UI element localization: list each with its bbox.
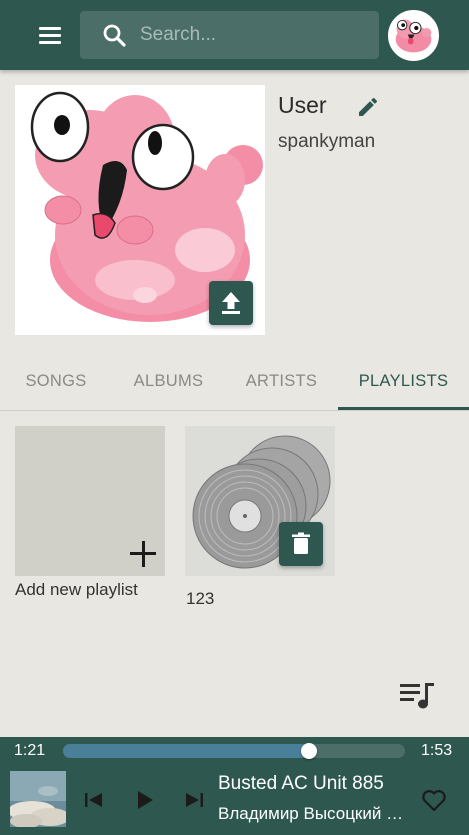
user-avatar[interactable] bbox=[388, 10, 439, 61]
trash-icon bbox=[292, 532, 310, 554]
now-playing-bar: 1:21 1:53 Busted AC Unit 885 Владимир Вы… bbox=[0, 737, 469, 835]
upload-icon bbox=[222, 292, 240, 314]
upload-photo-button[interactable] bbox=[209, 281, 253, 325]
progress-slider[interactable] bbox=[63, 743, 405, 759]
tab-albums[interactable]: ALBUMS bbox=[112, 355, 225, 411]
profile-username: spankyman bbox=[278, 131, 376, 152]
search-icon bbox=[103, 24, 126, 47]
play-icon[interactable] bbox=[131, 787, 159, 813]
track-title: Busted AC Unit 885 bbox=[218, 773, 384, 794]
add-playlist-card[interactable] bbox=[15, 426, 165, 576]
tab-songs[interactable]: SONGS bbox=[0, 355, 112, 411]
add-playlist-label: Add new playlist bbox=[15, 580, 138, 599]
playlist-name: 123 bbox=[186, 589, 215, 608]
profile-name: User bbox=[278, 92, 327, 118]
search-bar[interactable] bbox=[80, 11, 379, 59]
delete-playlist-button[interactable] bbox=[279, 522, 323, 566]
library-tabs: SONGS ALBUMS ARTISTS PLAYLISTS bbox=[0, 355, 469, 411]
elapsed-time: 1:21 bbox=[14, 742, 46, 759]
album-cover[interactable] bbox=[10, 771, 66, 827]
progress-fill bbox=[63, 744, 310, 758]
active-tab-indicator bbox=[338, 407, 469, 410]
skip-next-icon[interactable] bbox=[180, 787, 208, 813]
tab-artists[interactable]: ARTISTS bbox=[225, 355, 338, 411]
skip-previous-icon[interactable] bbox=[80, 787, 108, 813]
total-duration: 1:53 bbox=[421, 742, 453, 759]
tab-playlists[interactable]: PLAYLISTS bbox=[338, 355, 469, 411]
top-app-bar bbox=[0, 0, 469, 70]
track-artist: Владимир Высоцкий - Парус bbox=[218, 804, 408, 823]
pencil-icon[interactable] bbox=[356, 95, 380, 119]
hamburger-menu-icon[interactable] bbox=[30, 22, 70, 50]
queue-music-icon[interactable] bbox=[398, 680, 438, 712]
progress-thumb[interactable] bbox=[301, 743, 318, 759]
heart-outline-icon[interactable] bbox=[420, 787, 448, 813]
search-input[interactable] bbox=[140, 21, 360, 49]
